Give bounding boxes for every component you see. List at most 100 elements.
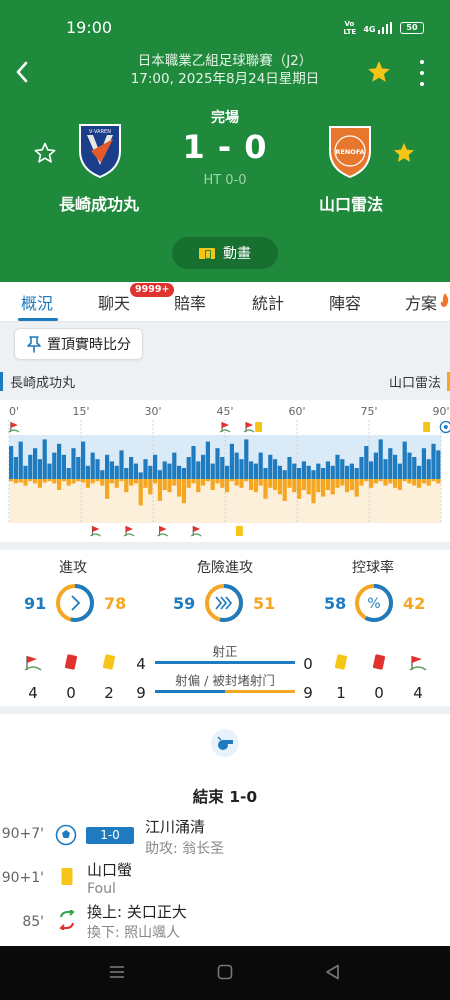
- away-bar: [85, 479, 90, 488]
- tab-overview[interactable]: 概況: [21, 290, 53, 314]
- football-icon: [55, 824, 77, 846]
- favorite-match-button[interactable]: [366, 59, 392, 89]
- away-team-name[interactable]: 山口雷法: [276, 191, 426, 215]
- away-bar: [297, 479, 302, 499]
- momentum-team-labels: 長崎成功丸 山口雷法: [0, 370, 450, 394]
- home-bar: [172, 452, 177, 479]
- away-bar: [253, 479, 258, 493]
- home-goal-ball-center: [443, 425, 448, 429]
- star-outline-icon: [34, 142, 56, 163]
- home-bar: [201, 454, 206, 479]
- home-bar: [61, 454, 66, 479]
- away-team-logo[interactable]: RENOFA: [327, 121, 373, 183]
- back-triangle-icon[interactable]: [324, 963, 342, 981]
- home-bar: [239, 459, 244, 479]
- away-bar: [42, 479, 47, 483]
- away-red-count: 0: [374, 684, 384, 702]
- more-menu-button[interactable]: [412, 60, 432, 86]
- on-target-label: 射正: [212, 644, 238, 659]
- clock: 19:00: [66, 18, 113, 37]
- pin-live-score-button[interactable]: 置頂實時比分: [14, 328, 143, 360]
- away-bar: [436, 479, 441, 484]
- event-player[interactable]: 江川涌清: [145, 816, 205, 837]
- home-bar: [421, 448, 426, 479]
- favorite-home-team-button[interactable]: [33, 141, 57, 169]
- home-bar: [273, 459, 278, 479]
- event-player[interactable]: 山口螢: [87, 859, 132, 880]
- event-assist: 助攻: 翁长圣: [145, 841, 225, 857]
- home-corner-flag: [222, 422, 229, 428]
- home-bar: [42, 439, 47, 479]
- tab-stats[interactable]: 統計: [252, 290, 284, 314]
- tab-chat[interactable]: 聊天: [98, 290, 130, 314]
- home-bar: [431, 443, 436, 479]
- red-card-icon: [372, 654, 386, 670]
- home-bar: [383, 459, 388, 479]
- pitch-icon: [199, 247, 215, 259]
- match-status: 完場: [211, 110, 239, 126]
- away-bar: [273, 479, 278, 490]
- home-corner-flag: [246, 422, 253, 428]
- possession-home-value: 58: [324, 594, 347, 613]
- home-yellow-card: [423, 422, 431, 432]
- away-bar: [330, 479, 335, 495]
- away-bar: [311, 479, 316, 504]
- away-bar: [143, 479, 148, 488]
- home-bar: [105, 454, 110, 479]
- dangerous-ring: [203, 582, 245, 628]
- home-bar: [335, 454, 340, 479]
- home-team-name[interactable]: 長崎成功丸: [24, 191, 174, 215]
- yellow-card-icon: [334, 654, 348, 670]
- home-bar: [162, 461, 167, 479]
- home-team-logo[interactable]: V·VAREN: [77, 121, 123, 183]
- away-bar: [354, 479, 359, 497]
- home-red-count: 0: [66, 684, 76, 702]
- home-square-icon[interactable]: [216, 963, 234, 981]
- animation-button[interactable]: 動畫: [172, 237, 278, 269]
- home-bar: [340, 459, 345, 479]
- away-bar: [373, 479, 378, 484]
- away-bar: [13, 479, 18, 484]
- event-minute: 90+7': [1, 826, 44, 842]
- away-bar: [383, 479, 388, 486]
- home-yellow-count: 2: [104, 684, 114, 702]
- home-bar: [100, 470, 105, 479]
- away-bar: [162, 479, 167, 490]
- home-bar: [215, 448, 220, 479]
- star-filled-icon: [368, 61, 390, 82]
- away-yellow-count: 1: [336, 684, 346, 702]
- home-bar: [417, 465, 422, 479]
- away-bar: [81, 479, 86, 483]
- percent-icon: %: [367, 596, 380, 612]
- goal-score-chip: 1-0: [86, 827, 134, 844]
- away-bar: [340, 479, 345, 486]
- away-corners-count: 4: [413, 684, 423, 702]
- event-player-in[interactable]: 換上: 关口正大: [87, 901, 187, 922]
- away-bar: [129, 479, 134, 486]
- home-yellow-card: [255, 422, 263, 432]
- away-bar: [282, 479, 287, 501]
- momentum-chart[interactable]: 0' 15' 30' 45' 60' 75' 90': [0, 400, 450, 542]
- away-bar: [225, 479, 230, 493]
- pin-label: 置頂實時比分: [47, 337, 131, 353]
- momentum-away-label: 山口雷法: [389, 372, 450, 391]
- home-bar: [90, 452, 95, 479]
- away-bar: [33, 479, 38, 484]
- red-card-icon: [64, 654, 78, 670]
- away-corner-flag: [92, 526, 100, 532]
- home-bar: [282, 470, 287, 479]
- away-bar: [397, 479, 402, 490]
- tab-odds[interactable]: 賠率: [174, 290, 206, 314]
- away-bar: [268, 479, 273, 488]
- volte-icon: Vo LTE: [343, 20, 357, 36]
- tab-plans[interactable]: 方案: [405, 290, 437, 314]
- away-bar: [18, 479, 23, 483]
- on-target-bar: [155, 661, 295, 664]
- favorite-away-team-button[interactable]: [392, 141, 416, 169]
- menu-icon[interactable]: [108, 963, 126, 981]
- back-button[interactable]: [10, 58, 34, 86]
- home-bar: [95, 459, 100, 479]
- home-corners-count: 4: [28, 684, 38, 702]
- tab-lineup[interactable]: 陣容: [329, 290, 361, 314]
- status-icons: Vo LTE 4G 50: [343, 20, 424, 36]
